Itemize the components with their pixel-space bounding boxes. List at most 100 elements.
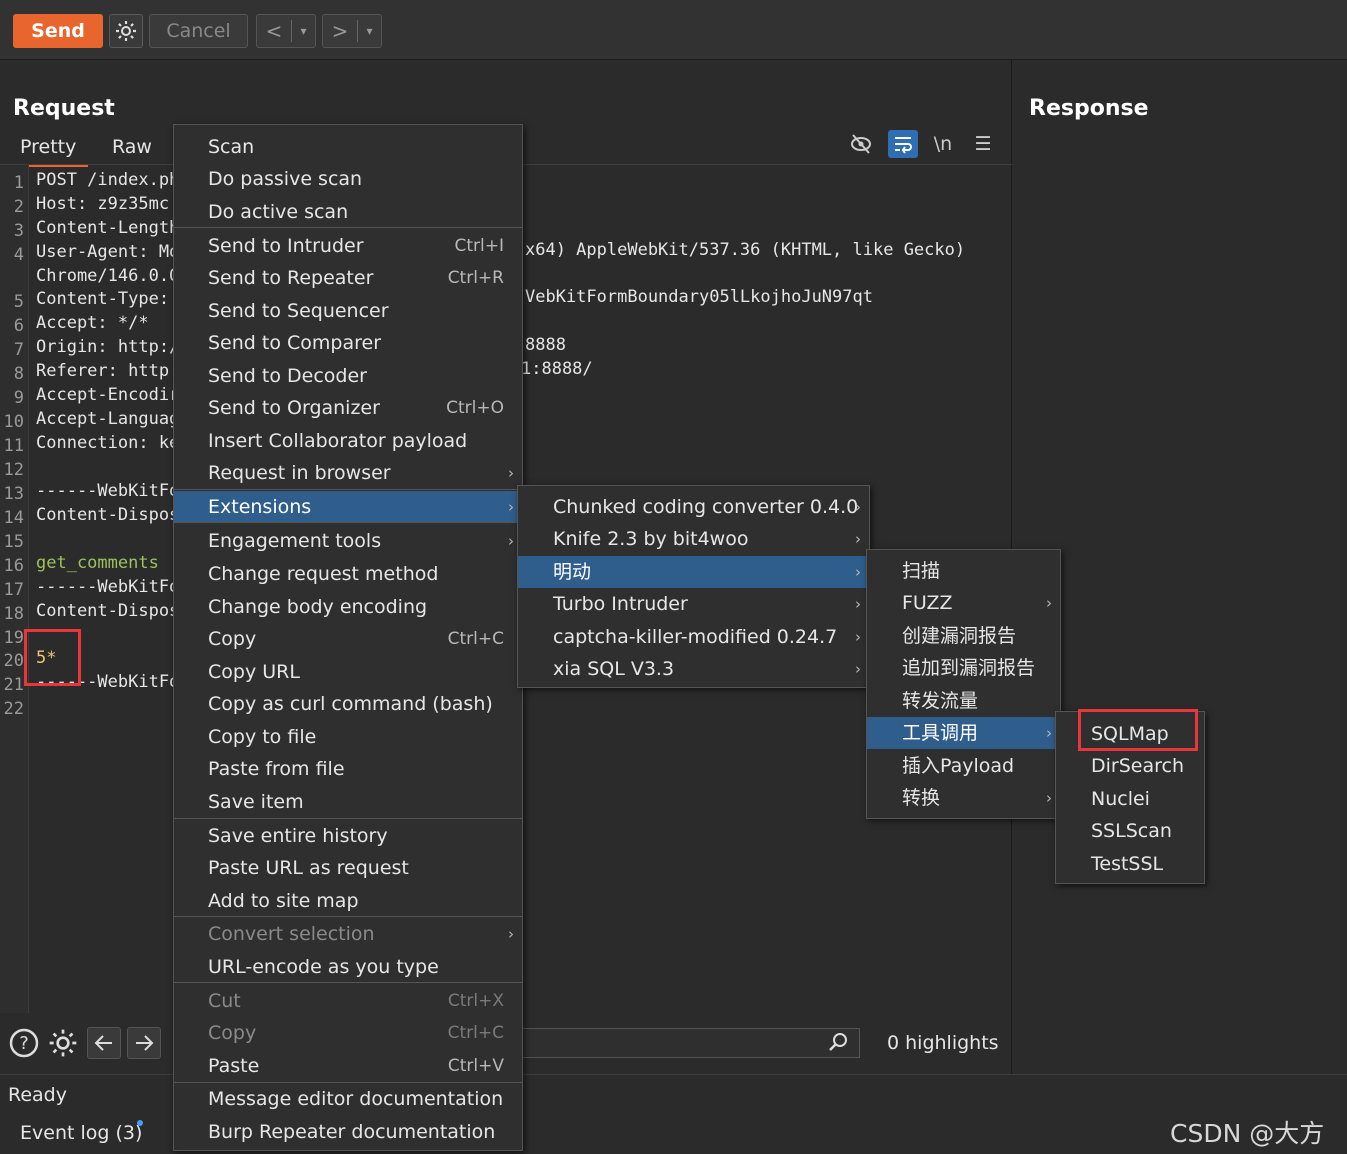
- chevron-right-icon: ›: [855, 660, 861, 678]
- forward-dropdown-icon[interactable]: ▾: [358, 24, 381, 38]
- gear-icon[interactable]: [46, 1026, 80, 1060]
- menu-separator: [174, 522, 522, 523]
- context-menu-item-label: Change request method: [208, 563, 439, 585]
- context-menu-item[interactable]: Cut Ctrl+X: [174, 985, 522, 1017]
- context-menu-item[interactable]: Paste URL as request: [174, 852, 522, 884]
- context-menu-item[interactable]: Add to site map: [174, 885, 522, 917]
- line-number: 21: [3, 675, 24, 695]
- help-icon[interactable]: ?: [7, 1026, 41, 1060]
- context-menu-item[interactable]: Message editor documentation: [174, 1083, 522, 1115]
- tools-menu-item[interactable]: DirSearch: [1056, 750, 1204, 782]
- extensions-menu-item[interactable]: Knife 2.3 by bit4woo ›: [518, 523, 869, 555]
- hide-nonprinting-icon[interactable]: [846, 130, 876, 158]
- mingdong-menu-item[interactable]: 插入Payload: [867, 750, 1060, 782]
- context-menu-item[interactable]: Send to Sequencer: [174, 295, 522, 327]
- code-line: User-Agent: Mo: [36, 242, 173, 262]
- back-button[interactable]: < ▾: [256, 14, 316, 48]
- context-menu-item[interactable]: Save entire history: [174, 820, 522, 852]
- chevron-right-icon: ›: [855, 563, 861, 581]
- context-menu-item[interactable]: Send to Decoder: [174, 360, 522, 392]
- extensions-menu-item[interactable]: captcha-killer-modified 0.24.7 ›: [518, 621, 869, 653]
- tab-pretty[interactable]: Pretty: [8, 130, 89, 167]
- extensions-menu-item[interactable]: Turbo Intruder ›: [518, 588, 869, 620]
- tools-menu-item[interactable]: TestSSL: [1056, 848, 1204, 880]
- extensions-menu-item[interactable]: xia SQL V3.3 ›: [518, 653, 869, 685]
- forward-button[interactable]: > ▾: [322, 14, 382, 48]
- context-menu-item-label: Paste: [208, 1055, 260, 1077]
- send-button[interactable]: Send: [13, 14, 103, 48]
- back-icon: <: [265, 19, 283, 43]
- next-match-button[interactable]: [127, 1027, 161, 1059]
- mingdong-menu-item[interactable]: 扫描: [867, 555, 1060, 587]
- sqlmap-highlight: [1078, 709, 1198, 751]
- newline-icon[interactable]: \n: [928, 130, 958, 158]
- context-menu-item[interactable]: Copy to file: [174, 721, 522, 753]
- context-menu-item[interactable]: Paste Ctrl+V: [174, 1050, 522, 1082]
- context-menu-item[interactable]: Save item: [174, 786, 522, 818]
- context-menu-item[interactable]: Convert selection ›: [174, 918, 522, 950]
- context-menu-item[interactable]: Send to Intruder Ctrl+I: [174, 230, 522, 262]
- mingdong-menu-item[interactable]: 工具调用 ›: [867, 717, 1060, 749]
- context-menu-item[interactable]: Burp Repeater documentation: [174, 1116, 522, 1148]
- context-menu-item-label: Burp Repeater documentation: [208, 1121, 496, 1143]
- mingdong-menu-item[interactable]: FUZZ ›: [867, 587, 1060, 619]
- code-line: Content-Dispos: [36, 505, 173, 525]
- line-number: 14: [3, 508, 24, 528]
- context-menu-item[interactable]: Send to Comparer: [174, 327, 522, 359]
- extensions-menu-item-label: xia SQL V3.3: [553, 658, 675, 680]
- event-log-link[interactable]: Event log (3): [20, 1122, 142, 1144]
- context-menu-item[interactable]: Send to Organizer Ctrl+O: [174, 392, 522, 424]
- extensions-menu-item[interactable]: Chunked coding converter 0.4.0 ›: [518, 491, 869, 523]
- context-menu-item[interactable]: URL-encode as you type: [174, 951, 522, 983]
- cancel-button[interactable]: Cancel: [149, 14, 248, 48]
- context-menu-item[interactable]: Copy as curl command (bash): [174, 688, 522, 720]
- context-menu-item[interactable]: Copy Ctrl+C: [174, 1017, 522, 1049]
- context-menu-item[interactable]: Do passive scan: [174, 163, 522, 195]
- context-menu-item[interactable]: Insert Collaborator payload: [174, 425, 522, 457]
- mingdong-menu-item-label: FUZZ: [902, 592, 953, 614]
- line-number: 20: [3, 651, 24, 671]
- context-menu-item[interactable]: Change body encoding: [174, 591, 522, 623]
- context-menu-item-label: Add to site map: [208, 890, 359, 912]
- mingdong-menu-item[interactable]: 创建漏洞报告: [867, 620, 1060, 652]
- code-line-8-tail: 1:8888/: [521, 359, 593, 379]
- mingdong-menu-item[interactable]: 转换 ›: [867, 782, 1060, 814]
- context-menu-item[interactable]: Scan: [174, 131, 522, 163]
- mingdong-menu-item-label: 工具调用: [902, 722, 979, 744]
- context-menu-item[interactable]: Copy Ctrl+C: [174, 623, 522, 655]
- context-menu-item-label: Send to Decoder: [208, 365, 367, 387]
- forward-icon: >: [331, 19, 349, 43]
- code-line-5-tail: VebKitFormBoundary05lLkojhoJuN97qt: [525, 287, 873, 307]
- menu-icon[interactable]: ☰: [968, 130, 998, 158]
- extensions-menu-item-label: 明动: [553, 561, 592, 583]
- context-menu-item[interactable]: Engagement tools ›: [174, 525, 522, 557]
- code-line: Content-Length: [36, 218, 173, 238]
- context-menu-item[interactable]: Extensions ›: [174, 491, 522, 523]
- context-menu-item-label: Cut: [208, 990, 241, 1012]
- search-input[interactable]: [522, 1028, 860, 1058]
- context-menu-item[interactable]: Paste from file: [174, 753, 522, 785]
- tools-menu-item-label: TestSSL: [1091, 853, 1164, 875]
- context-menu-item[interactable]: Do active scan: [174, 196, 522, 228]
- extensions-menu-item[interactable]: 明动 ›: [518, 556, 869, 588]
- menu-separator: [174, 818, 522, 819]
- mingdong-menu-item-label: 转换: [902, 787, 941, 809]
- context-menu-item[interactable]: Send to Repeater Ctrl+R: [174, 262, 522, 294]
- context-menu-item[interactable]: Copy URL: [174, 656, 522, 688]
- mingdong-menu-item[interactable]: 追加到漏洞报告: [867, 652, 1060, 684]
- context-menu-item[interactable]: Request in browser ›: [174, 457, 522, 489]
- context-menu-item-label: Do active scan: [208, 201, 349, 223]
- mingdong-menu-item[interactable]: 转发流量: [867, 685, 1060, 717]
- wrap-lines-icon[interactable]: [888, 130, 918, 158]
- code-line: get_comments: [36, 553, 159, 573]
- context-menu-item-label: Send to Intruder: [208, 235, 364, 257]
- tools-menu-item[interactable]: Nuclei: [1056, 783, 1204, 815]
- menu-separator: [174, 489, 522, 490]
- tab-raw[interactable]: Raw: [100, 130, 164, 164]
- code-line: Accept-Encodir: [36, 385, 173, 405]
- previous-match-button[interactable]: [87, 1027, 121, 1059]
- back-dropdown-icon[interactable]: ▾: [292, 24, 315, 38]
- tools-menu-item[interactable]: SSLScan: [1056, 815, 1204, 847]
- settings-button[interactable]: [109, 14, 143, 48]
- context-menu-item[interactable]: Change request method: [174, 558, 522, 590]
